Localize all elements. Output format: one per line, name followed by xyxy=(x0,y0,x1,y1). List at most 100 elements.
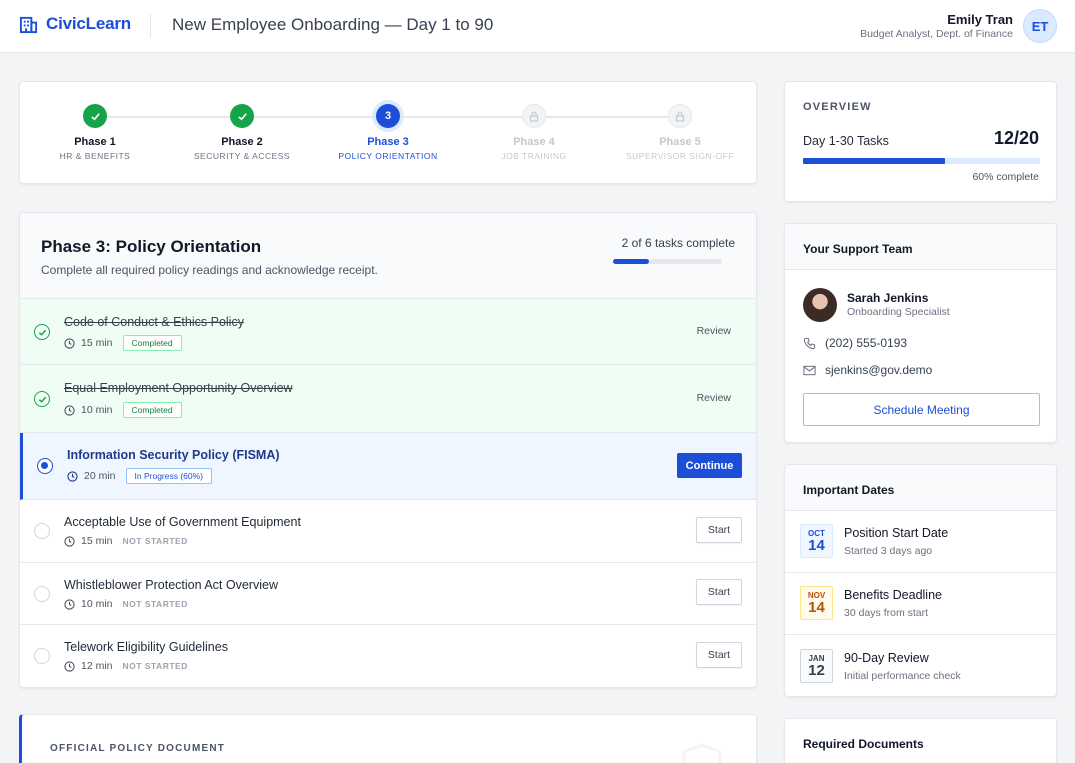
task-meta: 15 min Completed xyxy=(64,335,182,351)
step-phase-4: Phase 4 JOB TRAINING xyxy=(464,104,604,161)
task-meta: 10 min NOT STARTED xyxy=(64,598,188,610)
important-dates-title: Important Dates xyxy=(803,483,895,497)
phase-stepper: Phase 1 HR & BENEFITS Phase 2 SECURITY &… xyxy=(19,81,757,184)
task-row[interactable]: Whistleblower Protection Act Overview 10… xyxy=(20,563,756,625)
date-subtitle: Started 3 days ago xyxy=(844,545,933,557)
task-row[interactable]: Telework Eligibility Guidelines 12 min N… xyxy=(20,625,756,687)
check-circle-icon xyxy=(34,324,50,340)
brand-name: CivicLearn xyxy=(46,14,131,33)
date-subtitle: 30 days from start xyxy=(844,607,929,619)
phase-description: Complete all required policy readings an… xyxy=(41,263,378,277)
radio-empty-icon xyxy=(34,523,50,539)
step-subtitle: HR & BENEFITS xyxy=(59,151,131,161)
specialist-name: Sarah Jenkins xyxy=(847,291,929,305)
status-badge: NOT STARTED xyxy=(122,536,188,546)
radio-empty-icon xyxy=(34,586,50,602)
start-button[interactable]: Start xyxy=(696,579,742,605)
phase-title: Phase 3: Policy Orientation xyxy=(41,237,262,256)
step-subtitle: JOB TRAINING xyxy=(501,151,567,161)
status-badge: NOT STARTED xyxy=(122,661,188,671)
lock-icon xyxy=(668,104,692,128)
top-header: CivicLearn New Employee Onboarding — Day… xyxy=(0,0,1075,53)
date-day: 14 xyxy=(808,599,825,616)
calendar-date-badge: OCT 14 xyxy=(800,524,833,558)
phase-card: Phase 3: Policy Orientation Complete all… xyxy=(19,212,757,688)
task-duration: 15 min xyxy=(81,535,113,547)
radio-empty-icon xyxy=(34,648,50,664)
card-header: Your Support Team xyxy=(785,224,1056,270)
specialist-photo xyxy=(803,288,837,322)
overview-task-label: Day 1-30 Tasks xyxy=(803,134,889,148)
status-badge: Completed xyxy=(122,335,182,351)
phase-header: Phase 3: Policy Orientation Complete all… xyxy=(20,213,756,299)
date-item: NOV 14 Benefits Deadline 30 days from st… xyxy=(785,573,1056,635)
task-title: Equal Employment Opportunity Overview xyxy=(64,381,293,395)
task-duration: 10 min xyxy=(81,404,113,416)
task-row[interactable]: Acceptable Use of Government Equipment 1… xyxy=(20,500,756,563)
step-phase-3[interactable]: 3 Phase 3 POLICY ORIENTATION xyxy=(318,104,458,161)
step-subtitle: SECURITY & ACCESS xyxy=(193,151,291,161)
status-badge: NOT STARTED xyxy=(122,599,188,609)
overview-card: OVERVIEW Day 1-30 Tasks 12/20 60% comple… xyxy=(784,81,1057,202)
email-contact[interactable]: sjenkins@gov.demo xyxy=(803,363,932,377)
overview-label: OVERVIEW xyxy=(803,101,872,113)
important-dates-card: Important Dates OCT 14 Position Start Da… xyxy=(784,464,1057,697)
review-link[interactable]: Review xyxy=(697,325,731,337)
brand-logo[interactable]: CivicLearn xyxy=(19,14,131,34)
step-title: Phase 3 xyxy=(367,136,409,148)
support-team-title: Your Support Team xyxy=(803,242,913,256)
task-row[interactable]: Equal Employment Opportunity Overview 10… xyxy=(20,365,756,433)
step-title: Phase 1 xyxy=(74,136,116,148)
step-phase-2[interactable]: Phase 2 SECURITY & ACCESS xyxy=(172,104,312,161)
review-link[interactable]: Review xyxy=(697,392,731,404)
date-title: 90-Day Review xyxy=(844,651,929,665)
page-title: New Employee Onboarding — Day 1 to 90 xyxy=(172,15,494,34)
task-meta: 20 min In Progress (60%) xyxy=(67,468,213,484)
start-button[interactable]: Start xyxy=(696,642,742,668)
step-phase-5: Phase 5 SUPERVISOR SIGN-OFF xyxy=(610,104,750,161)
task-duration: 15 min xyxy=(81,337,113,349)
start-button[interactable]: Start xyxy=(696,517,742,543)
step-title: Phase 5 xyxy=(659,136,701,148)
card-header: Important Dates xyxy=(785,465,1056,511)
task-duration: 12 min xyxy=(81,660,113,672)
task-title: Whistleblower Protection Act Overview xyxy=(64,578,278,592)
schedule-meeting-button[interactable]: Schedule Meeting xyxy=(803,393,1040,426)
step-title: Phase 2 xyxy=(221,136,263,148)
phone-contact[interactable]: (202) 555-0193 xyxy=(803,336,907,350)
task-row-active[interactable]: Information Security Policy (FISMA) 20 m… xyxy=(20,433,756,500)
date-title: Benefits Deadline xyxy=(844,588,942,602)
clock-icon xyxy=(67,470,78,482)
overview-progress-bar xyxy=(803,158,1040,164)
header-divider xyxy=(150,14,151,38)
phase-progress-bar xyxy=(613,259,722,264)
calendar-date-badge: JAN 12 xyxy=(800,649,833,683)
task-meta: 12 min NOT STARTED xyxy=(64,660,188,672)
date-subtitle: Initial performance check xyxy=(844,670,961,682)
user-avatar[interactable]: ET xyxy=(1023,9,1057,43)
task-title: Acceptable Use of Government Equipment xyxy=(64,515,301,529)
document-label: OFFICIAL POLICY DOCUMENT xyxy=(50,743,226,754)
check-circle-icon xyxy=(34,391,50,407)
check-icon xyxy=(230,104,254,128)
overview-percent: 60% complete xyxy=(972,171,1039,183)
clock-icon xyxy=(64,660,75,672)
user-name: Emily Tran xyxy=(947,12,1013,27)
mail-icon xyxy=(803,365,816,375)
task-row[interactable]: Code of Conduct & Ethics Policy 15 min C… xyxy=(20,299,756,365)
continue-button[interactable]: Continue xyxy=(677,453,742,478)
phase-progress-fill xyxy=(613,259,650,264)
task-duration: 10 min xyxy=(81,598,113,610)
calendar-date-badge: NOV 14 xyxy=(800,586,833,620)
step-subtitle: POLICY ORIENTATION xyxy=(338,151,438,161)
email-address: sjenkins@gov.demo xyxy=(825,363,933,377)
phase-task-count: 2 of 6 tasks complete xyxy=(621,236,735,250)
task-duration: 20 min xyxy=(84,470,116,482)
date-day: 12 xyxy=(808,662,825,679)
step-phase-1[interactable]: Phase 1 HR & BENEFITS xyxy=(25,104,165,161)
overview-progress-fill xyxy=(803,158,946,164)
date-day: 14 xyxy=(808,537,825,554)
step-title: Phase 4 xyxy=(513,136,555,148)
check-icon xyxy=(83,104,107,128)
clock-icon xyxy=(64,337,75,349)
